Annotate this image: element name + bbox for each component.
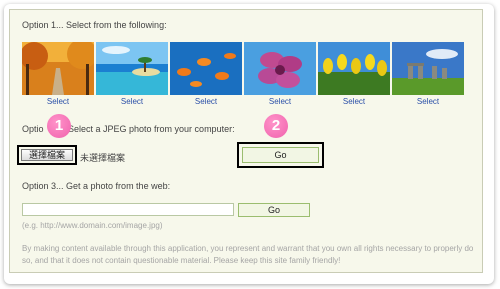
photo-goldfish[interactable] — [170, 42, 242, 95]
autumn-road-thumbnail-icon — [22, 42, 94, 95]
select-link-2[interactable]: Select — [96, 97, 168, 106]
option2-heading: Select a JPEG photo from your computer: — [68, 124, 235, 134]
goldfish-thumbnail-icon — [170, 42, 242, 95]
option3-heading: Option 3... Get a photo from the web: — [22, 181, 171, 191]
step-1-badge: 1 — [47, 114, 71, 138]
choose-file-highlight: 選擇檔案 — [17, 145, 77, 165]
disclaimer-text: By making content available through this… — [22, 244, 474, 265]
choose-file-button[interactable]: 選擇檔案 — [21, 149, 73, 161]
photo-url-input[interactable] — [22, 203, 234, 216]
select-link-6[interactable]: Select — [392, 97, 464, 106]
url-example-hint: (e.g. http://www.domain.com/image.jpg) — [22, 221, 163, 230]
option2-heading-prefix: Optio — [22, 124, 44, 134]
photo-pink-flower[interactable] — [244, 42, 316, 95]
photo-beach-island[interactable] — [96, 42, 168, 95]
select-link-1[interactable]: Select — [22, 97, 94, 106]
stonehenge-thumbnail-icon — [392, 42, 464, 95]
select-link-5[interactable]: Select — [318, 97, 390, 106]
pink-flower-thumbnail-icon — [244, 42, 316, 95]
option1-heading: Option 1... Select from the following: — [22, 20, 167, 30]
photo-stonehenge[interactable] — [392, 42, 464, 95]
url-go-button[interactable]: Go — [238, 203, 310, 217]
beach-island-thumbnail-icon — [96, 42, 168, 95]
photo-tulips[interactable] — [318, 42, 390, 95]
tulips-thumbnail-icon — [318, 42, 390, 95]
select-link-4[interactable]: Select — [244, 97, 316, 106]
photo-autumn-road[interactable] — [22, 42, 94, 95]
step-2-badge: 2 — [264, 114, 288, 138]
go-button-highlight: Go — [237, 142, 324, 168]
select-link-3[interactable]: Select — [170, 97, 242, 106]
no-file-chosen-text: 未選擇檔案 — [80, 153, 126, 163]
upload-go-button[interactable]: Go — [242, 147, 319, 163]
